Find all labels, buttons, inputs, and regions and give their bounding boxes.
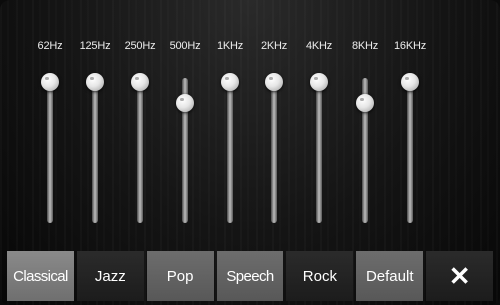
slider-track-2khz[interactable]	[271, 78, 277, 223]
band-label-16khz: 16KHz	[393, 40, 427, 52]
preset-pop-button[interactable]: Pop	[146, 251, 214, 301]
band-label-8khz: 8KHz	[351, 40, 379, 52]
band-label-250hz: 250Hz	[124, 40, 156, 52]
preset-rock-button[interactable]: Rock	[286, 251, 354, 301]
preset-bar: Classical Jazz Pop Speech Rock Default ✕	[7, 251, 494, 301]
slider-knob-2khz[interactable]	[265, 73, 283, 92]
slider-knob-1khz[interactable]	[221, 73, 239, 92]
slider-track-250hz[interactable]	[137, 78, 143, 223]
slider-track-62hz[interactable]	[47, 78, 53, 223]
slider-track-16khz[interactable]	[407, 78, 413, 223]
slider-knob-4khz[interactable]	[310, 73, 328, 92]
band-label-4khz: 4KHz	[305, 40, 333, 52]
band-label-500hz: 500Hz	[169, 40, 201, 52]
slider-knob-250hz[interactable]	[131, 73, 149, 92]
slider-knob-8khz[interactable]	[356, 93, 374, 112]
band-label-125hz: 125Hz	[79, 40, 111, 52]
slider-knob-500hz[interactable]	[176, 93, 194, 112]
slider-knob-16khz[interactable]	[401, 73, 419, 92]
preset-default-button[interactable]: Default	[356, 251, 424, 301]
band-label-1khz: 1KHz	[216, 40, 244, 52]
slider-track-4khz[interactable]	[316, 78, 322, 223]
preset-speech-button[interactable]: Speech	[216, 251, 284, 301]
slider-knob-62hz[interactable]	[41, 73, 59, 92]
equalizer-screen: 62Hz 125Hz 250Hz 500Hz 1KHz 2KHz 4KHz 8K…	[0, 0, 500, 305]
band-label-62hz: 62Hz	[37, 40, 63, 52]
close-button[interactable]: ✕	[426, 251, 494, 301]
preset-jazz-label: Jazz	[94, 267, 126, 285]
preset-rock-label: Rock	[302, 267, 337, 285]
preset-classical-button[interactable]: Classical	[7, 251, 74, 301]
band-label-2khz: 2KHz	[260, 40, 288, 52]
slider-track-125hz[interactable]	[92, 78, 98, 223]
preset-classical-label: Classical	[13, 267, 68, 285]
slider-knob-125hz[interactable]	[86, 73, 104, 92]
preset-speech-label: Speech	[226, 267, 274, 285]
close-icon: ✕	[448, 260, 471, 291]
preset-pop-label: Pop	[166, 267, 194, 285]
preset-jazz-button[interactable]: Jazz	[76, 251, 144, 301]
preset-default-label: Default	[365, 267, 414, 285]
slider-track-1khz[interactable]	[227, 78, 233, 223]
